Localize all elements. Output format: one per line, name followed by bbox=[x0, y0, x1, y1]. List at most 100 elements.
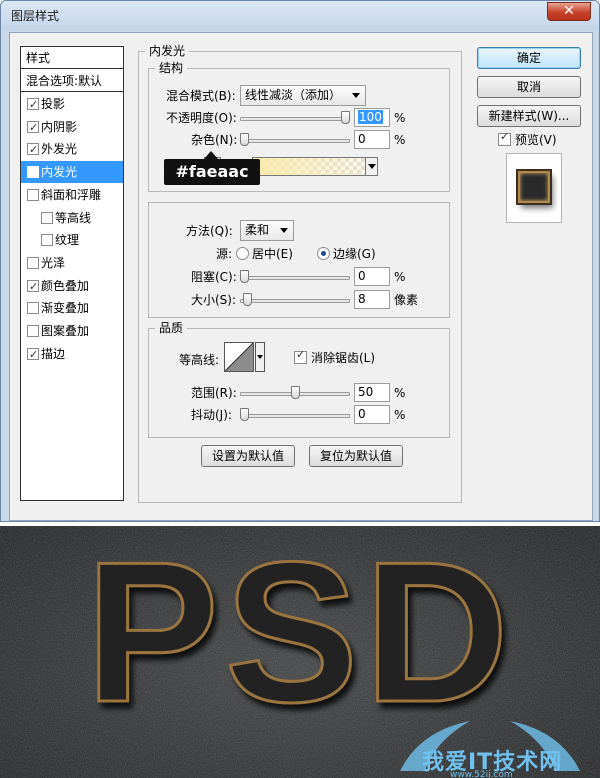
style-item[interactable]: 投影 bbox=[21, 93, 123, 116]
inner-glow-title: 内发光 bbox=[145, 44, 190, 58]
style-item-checkbox[interactable] bbox=[27, 139, 39, 161]
psd-result-image: PSD 我爱IT技术网 www.52ij.com bbox=[0, 526, 600, 778]
style-item-label: 等高线 bbox=[55, 210, 92, 225]
antialias-checkbox[interactable] bbox=[294, 348, 307, 364]
close-button[interactable]: ✕ bbox=[547, 2, 591, 21]
style-item[interactable]: 斜面和浮雕 bbox=[21, 184, 123, 206]
antialias-label[interactable]: 消除锯齿(L) bbox=[311, 350, 375, 366]
source-center-radio[interactable] bbox=[236, 247, 249, 260]
quality-group: 品质 等高线: 消除锯齿(L) 范围(R): 50 % 抖动(J): 0 bbox=[148, 321, 450, 438]
choke-value: 0 bbox=[358, 269, 366, 283]
jitter-slider-thumb[interactable] bbox=[240, 408, 249, 421]
style-item-checkbox[interactable] bbox=[27, 117, 39, 139]
jitter-value: 0 bbox=[358, 407, 366, 421]
size-unit: 像素 bbox=[394, 293, 419, 307]
range-slider-thumb[interactable] bbox=[290, 386, 300, 399]
chevron-down-icon bbox=[280, 228, 288, 233]
blend-mode-select[interactable]: 线性减淡（添加） bbox=[240, 85, 366, 106]
choke-slider[interactable] bbox=[240, 276, 350, 280]
style-item-checkbox[interactable] bbox=[27, 188, 39, 201]
choke-input[interactable]: 0 bbox=[354, 267, 390, 286]
source-center-label[interactable]: 居中(E) bbox=[252, 246, 293, 262]
style-item-label: 描边 bbox=[41, 346, 66, 361]
chevron-down-icon bbox=[352, 93, 360, 98]
noise-slider-thumb[interactable] bbox=[240, 133, 249, 146]
style-item[interactable]: 内阴影 bbox=[21, 116, 123, 139]
chevron-down-icon bbox=[257, 355, 263, 359]
noise-input[interactable]: 0 bbox=[354, 130, 390, 149]
gradient-dropdown[interactable] bbox=[365, 158, 377, 175]
style-preview bbox=[506, 153, 562, 223]
style-item-checkbox[interactable] bbox=[27, 325, 39, 337]
technique-value: 柔和 bbox=[245, 223, 270, 237]
style-item-checkbox[interactable] bbox=[27, 94, 39, 116]
style-item[interactable]: 外发光 bbox=[21, 138, 123, 161]
opacity-slider-thumb[interactable] bbox=[341, 111, 350, 124]
style-item[interactable]: 渐变叠加 bbox=[21, 297, 123, 319]
structure-title: 结构 bbox=[155, 61, 188, 75]
noise-slider[interactable] bbox=[240, 139, 350, 143]
noise-label: 杂色(N): bbox=[191, 133, 238, 147]
watermark-url: www.52ij.com bbox=[450, 770, 513, 778]
reset-default-button[interactable]: 复位为默认值 bbox=[309, 445, 403, 467]
gradient-picker[interactable] bbox=[252, 157, 378, 176]
style-item[interactable]: 等高线 bbox=[21, 207, 123, 229]
opacity-slider[interactable] bbox=[240, 117, 350, 121]
size-input[interactable]: 8 bbox=[354, 290, 390, 309]
style-item-checkbox[interactable] bbox=[41, 211, 53, 224]
contour-preview-icon bbox=[224, 342, 254, 372]
opacity-input[interactable]: 100 bbox=[354, 108, 390, 127]
new-style-button[interactable]: 新建样式(W)... bbox=[477, 105, 581, 127]
style-list-header[interactable]: 样式 bbox=[21, 47, 123, 69]
style-item[interactable]: 描边 bbox=[21, 343, 123, 366]
cancel-button[interactable]: 取消 bbox=[477, 76, 581, 98]
opacity-label: 不透明度(O): bbox=[166, 111, 237, 125]
blending-options-item[interactable]: 混合选项:默认 bbox=[21, 70, 123, 92]
jitter-input[interactable]: 0 bbox=[354, 405, 390, 424]
style-item-checkbox[interactable] bbox=[27, 344, 39, 366]
jitter-slider[interactable] bbox=[240, 414, 350, 418]
style-item-label: 内阴影 bbox=[41, 119, 78, 134]
style-list: 样式 混合选项:默认 投影内阴影外发光内发光斜面和浮雕等高线纹理光泽颜色叠加渐变… bbox=[20, 46, 124, 501]
style-item-label: 渐变叠加 bbox=[41, 301, 90, 316]
title-bar: 图层样式 ✕ bbox=[1, 1, 599, 31]
choke-label: 阻塞(C): bbox=[191, 270, 237, 284]
contour-dropdown[interactable] bbox=[255, 342, 265, 372]
style-item-label: 斜面和浮雕 bbox=[41, 187, 102, 202]
elements-group: 图素 方法(Q): 柔和 源: 居中(E) 边缘(G) 阻塞(C): 0 % 大… bbox=[148, 202, 450, 318]
blend-mode-label: 混合模式(B): bbox=[166, 89, 236, 103]
contour-picker[interactable] bbox=[224, 342, 254, 372]
inner-glow-group: 内发光 结构 混合模式(B): 线性减淡（添加） 不透明度(O): 100 % … bbox=[138, 44, 462, 503]
choke-slider-thumb[interactable] bbox=[240, 270, 249, 283]
make-default-button[interactable]: 设置为默认值 bbox=[201, 445, 295, 467]
size-slider[interactable] bbox=[240, 299, 350, 303]
dialog-client: 样式 混合选项:默认 投影内阴影外发光内发光斜面和浮雕等高线纹理光泽颜色叠加渐变… bbox=[9, 32, 593, 521]
color-hex-callout: #faeaac bbox=[164, 151, 260, 185]
ok-button[interactable]: 确定 bbox=[477, 47, 581, 69]
style-item-checkbox[interactable] bbox=[41, 234, 53, 247]
technique-label: 方法(Q): bbox=[186, 224, 233, 238]
size-label: 大小(S): bbox=[191, 293, 237, 307]
preview-checkbox[interactable] bbox=[498, 130, 511, 146]
dialog-title: 图层样式 bbox=[11, 9, 60, 23]
style-item-checkbox[interactable] bbox=[27, 256, 39, 269]
style-item-checkbox[interactable] bbox=[27, 276, 39, 298]
style-item[interactable]: 纹理 bbox=[21, 229, 123, 251]
range-input[interactable]: 50 bbox=[354, 383, 390, 402]
style-item[interactable]: 光泽 bbox=[21, 252, 123, 274]
jitter-label: 抖动(J): bbox=[191, 408, 232, 422]
source-edge-radio[interactable] bbox=[317, 247, 330, 260]
style-item[interactable]: 内发光 bbox=[21, 161, 123, 184]
style-item-checkbox[interactable] bbox=[27, 162, 39, 184]
style-item[interactable]: 图案叠加 bbox=[21, 320, 123, 342]
noise-value: 0 bbox=[358, 132, 366, 146]
style-item-label: 纹理 bbox=[55, 233, 80, 248]
technique-select[interactable]: 柔和 bbox=[240, 220, 294, 241]
size-slider-thumb[interactable] bbox=[243, 293, 253, 306]
style-item[interactable]: 颜色叠加 bbox=[21, 275, 123, 298]
style-item-checkbox[interactable] bbox=[27, 302, 39, 315]
style-item-label: 外发光 bbox=[41, 142, 78, 157]
source-edge-label[interactable]: 边缘(G) bbox=[333, 246, 376, 262]
range-label: 范围(R): bbox=[191, 386, 237, 400]
preview-label[interactable]: 预览(V) bbox=[515, 132, 557, 148]
